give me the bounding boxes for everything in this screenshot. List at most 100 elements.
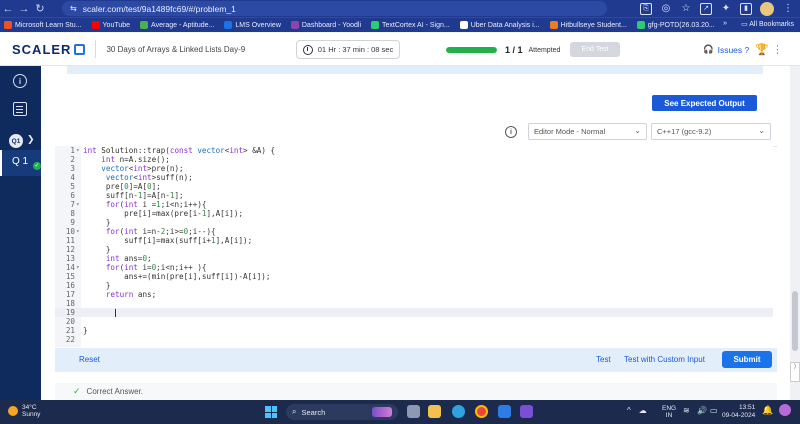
editor-mode-select[interactable]: Editor Mode - Normal ⌄ bbox=[528, 123, 647, 140]
code-line[interactable]: 5 pre[0]=A[0]; bbox=[55, 182, 773, 191]
line-number: 22 bbox=[65, 335, 75, 344]
side-expand-icon[interactable]: ⟩ bbox=[790, 362, 800, 382]
code-line[interactable]: 13 int ans=0; bbox=[55, 254, 773, 263]
question-badge[interactable]: Q1 bbox=[9, 134, 23, 148]
fold-toggle-icon[interactable]: ▾ bbox=[76, 146, 80, 155]
sidepanel-icon[interactable]: ▮ bbox=[740, 3, 752, 15]
hide-eye-icon[interactable]: ◎ bbox=[660, 3, 672, 15]
notes-icon[interactable] bbox=[13, 102, 27, 116]
url-text[interactable]: scaler.com/test/9a1489fc69/#/problem_1 bbox=[83, 4, 236, 14]
code-line[interactable]: 19 bbox=[55, 308, 773, 317]
chrome-icon[interactable] bbox=[475, 405, 488, 418]
reset-button[interactable]: Reset bbox=[79, 355, 100, 364]
line-number: 19 bbox=[65, 308, 75, 317]
extension-icon[interactable]: ↗ bbox=[700, 3, 712, 15]
trophy-icon[interactable]: 🏆 bbox=[755, 43, 769, 56]
code-line[interactable]: 21} bbox=[55, 326, 773, 335]
scrollbar-thumb[interactable] bbox=[792, 291, 798, 351]
language-select[interactable]: C++17 (gcc-9.2) ⌄ bbox=[651, 123, 771, 140]
bookmark-item[interactable]: Uber Data Analysis i... bbox=[459, 21, 540, 29]
end-test-button[interactable]: End Test bbox=[570, 42, 620, 57]
lang-region: IN bbox=[665, 412, 673, 419]
test-button[interactable]: Test bbox=[596, 355, 611, 364]
line-number: 3 bbox=[70, 164, 75, 173]
bookmark-favicon-icon bbox=[371, 21, 380, 29]
code-line[interactable]: 6 suff[n-1]=A[n-1]; bbox=[55, 191, 773, 200]
search-highlight-art bbox=[372, 407, 392, 417]
fold-toggle-icon[interactable]: ▾ bbox=[76, 263, 80, 272]
code-line[interactable]: 8 pre[i]=max(pre[i-1],A[i]); bbox=[55, 209, 773, 218]
more-icon[interactable]: ⋮ bbox=[772, 43, 783, 56]
chevron-down-icon[interactable]: ❯ bbox=[27, 134, 35, 145]
code-line[interactable]: 17 return ans; bbox=[55, 290, 773, 299]
bookmark-item[interactable]: YouTube bbox=[91, 21, 130, 29]
edge-icon[interactable] bbox=[452, 405, 465, 418]
code-text: pre[i]=max(pre[i-1],A[i]); bbox=[83, 209, 244, 218]
code-line[interactable]: 11 suff[i]=max(suff[i+1],A[i]); bbox=[55, 236, 773, 245]
clock[interactable]: 13:51 09-04-2024 bbox=[722, 404, 755, 420]
taskbar-search[interactable]: ⌕ Search bbox=[286, 404, 398, 420]
puzzle-icon[interactable]: ✦ bbox=[720, 3, 732, 15]
issues-label: Issues ? bbox=[717, 44, 750, 55]
battery-icon[interactable]: ▭ bbox=[710, 406, 718, 415]
code-line[interactable]: 12 } bbox=[55, 245, 773, 254]
tray-chevron-up-icon[interactable]: ^ bbox=[627, 406, 631, 415]
profile-avatar[interactable] bbox=[760, 2, 774, 16]
reload-icon[interactable]: ↻ bbox=[32, 2, 48, 15]
windows-start-icon[interactable] bbox=[265, 406, 277, 418]
code-line[interactable]: 10 ▾ for(int i=n-2;i>=0;i--){ bbox=[55, 227, 773, 236]
info-circle-icon[interactable]: i bbox=[13, 74, 27, 88]
code-line[interactable]: 1 ▾ int Solution::trap(const vector<int> &… bbox=[55, 146, 773, 155]
code-line[interactable]: 22 bbox=[55, 335, 773, 344]
back-icon[interactable]: ← bbox=[0, 3, 16, 15]
copilot-icon[interactable] bbox=[779, 404, 791, 416]
bookmark-item[interactable]: TextCortex AI - Sign... bbox=[371, 21, 450, 29]
bookmark-item[interactable]: Dashboard - Yoodli bbox=[290, 21, 361, 29]
scaler-logo[interactable]: SCALER bbox=[12, 42, 86, 57]
todo-icon[interactable] bbox=[498, 405, 511, 418]
code-line[interactable]: 4 vector<int>suff(n); bbox=[55, 173, 773, 182]
input-language[interactable]: ENG IN bbox=[662, 405, 676, 419]
code-line[interactable]: 7 ▾ for(int i =1;i<n;i++){ bbox=[55, 200, 773, 209]
code-editor[interactable]: 1 ▾ int Solution::trap(const vector<int> &… bbox=[55, 146, 773, 347]
wifi-icon[interactable]: ≋ bbox=[683, 406, 690, 415]
submit-button[interactable]: Submit bbox=[722, 351, 772, 368]
forward-icon[interactable]: → bbox=[16, 3, 32, 15]
code-line[interactable]: 14 ▾ for(int i=0;i<n;i++ ){ bbox=[55, 263, 773, 272]
bookmark-star-icon[interactable]: ☆ bbox=[680, 3, 692, 15]
install-app-icon[interactable]: ⎘ bbox=[640, 3, 652, 15]
cloud-icon[interactable]: ☁ bbox=[639, 406, 647, 415]
issues-button[interactable]: 🎧 Issues ? bbox=[703, 44, 749, 55]
site-info-icon[interactable]: ⇆ bbox=[70, 4, 77, 13]
code-line[interactable]: 16 } bbox=[55, 281, 773, 290]
weather-widget[interactable]: 34°C Sunny bbox=[8, 404, 40, 418]
code-line[interactable]: 18 bbox=[55, 299, 773, 308]
bookmarks-overflow[interactable]: » bbox=[723, 20, 727, 28]
menu-kebab-icon[interactable]: ⋮ bbox=[782, 3, 794, 15]
bookmark-item[interactable]: LMS Overview bbox=[224, 21, 281, 29]
code-line[interactable]: 2 int n=A.size(); bbox=[55, 155, 773, 164]
editor-info-icon[interactable]: i bbox=[505, 126, 517, 138]
fold-toggle-icon[interactable]: ▾ bbox=[76, 227, 80, 236]
task-view-icon[interactable] bbox=[407, 405, 420, 418]
code-line[interactable]: 20 bbox=[55, 317, 773, 326]
vscode-icon[interactable] bbox=[520, 405, 533, 418]
code-line[interactable]: 3 vector<int>pre(n); bbox=[55, 164, 773, 173]
file-explorer-icon[interactable] bbox=[428, 405, 441, 418]
all-bookmarks[interactable]: ▭ All Bookmarks bbox=[741, 20, 794, 28]
page-scrollbar[interactable] bbox=[790, 66, 800, 400]
test-custom-input-button[interactable]: Test with Custom Input bbox=[624, 355, 705, 364]
code-line[interactable]: 9 } bbox=[55, 218, 773, 227]
notification-bell-icon[interactable]: 🔔 bbox=[762, 405, 773, 416]
bookmark-item[interactable]: gfg-POTD(26.03.20... bbox=[636, 21, 715, 29]
bookmark-item[interactable]: Microsoft Learn Stu... bbox=[4, 21, 82, 29]
code-line[interactable]: 15 ans+=(min(pre[i],suff[i])-A[i]); bbox=[55, 272, 773, 281]
volume-icon[interactable]: 🔊 bbox=[697, 406, 707, 415]
bookmark-item[interactable]: Hitbullseye Student... bbox=[549, 21, 627, 29]
see-expected-output-button[interactable]: See Expected Output bbox=[652, 95, 757, 111]
question-item-q1[interactable]: Q 1 ✓ bbox=[0, 150, 41, 176]
bookmark-item[interactable]: Average - Aptitude... bbox=[140, 21, 214, 29]
address-bar[interactable]: ⇆ scaler.com/test/9a1489fc69/#/problem_1 bbox=[62, 1, 607, 16]
attempt-progress-fill bbox=[446, 47, 497, 53]
fold-toggle-icon[interactable]: ▾ bbox=[76, 200, 80, 209]
